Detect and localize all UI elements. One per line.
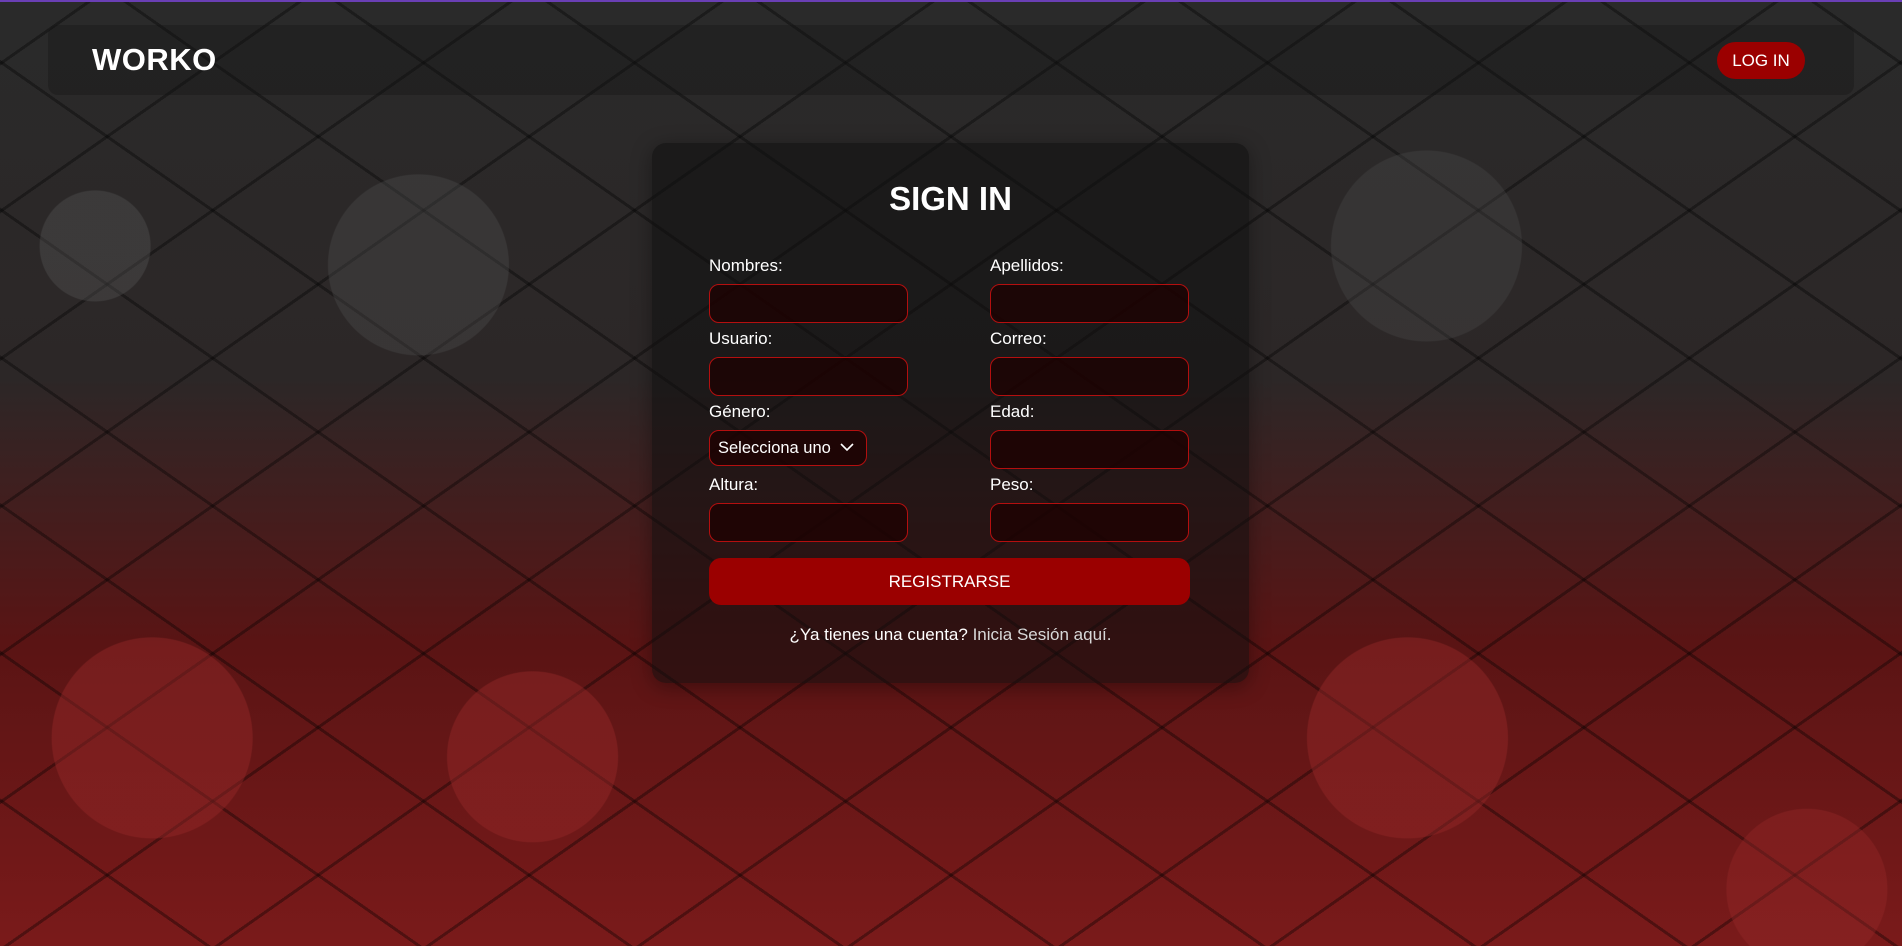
correo-label: Correo: [990,329,1047,348]
nombres-field[interactable] [709,284,908,323]
altura-field[interactable] [709,503,908,542]
edad-field[interactable] [990,430,1189,469]
altura-label: Altura: [709,475,759,494]
usuario-field[interactable] [709,357,908,396]
login-link[interactable]: Inicia Sesión aquí. [973,625,1112,644]
apellidos-field[interactable] [990,284,1189,323]
peso-field[interactable] [990,503,1189,542]
logo: WORKO [92,42,217,77]
login-prompt: ¿Ya tienes una cuenta? Inicia Sesión aqu… [652,625,1249,645]
login-button[interactable]: LOG IN [1717,42,1805,79]
genero-select[interactable]: Selecciona uno [709,430,867,466]
peso-label: Peso: [990,475,1034,494]
navbar [48,25,1854,95]
register-button[interactable]: REGISTRARSE [709,558,1190,605]
usuario-label: Usuario: [709,329,773,348]
apellidos-label: Apellidos: [990,256,1064,275]
form-title: SIGN IN [889,180,1012,217]
edad-label: Edad: [990,402,1035,421]
correo-field[interactable] [990,357,1189,396]
chevron-down-icon [840,443,854,452]
genero-selected-value: Selecciona uno [718,438,831,457]
genero-label: Género: [709,402,771,421]
nombres-label: Nombres: [709,256,783,275]
top-accent-line [0,0,1902,2]
login-question: ¿Ya tienes una cuenta? [789,625,968,644]
